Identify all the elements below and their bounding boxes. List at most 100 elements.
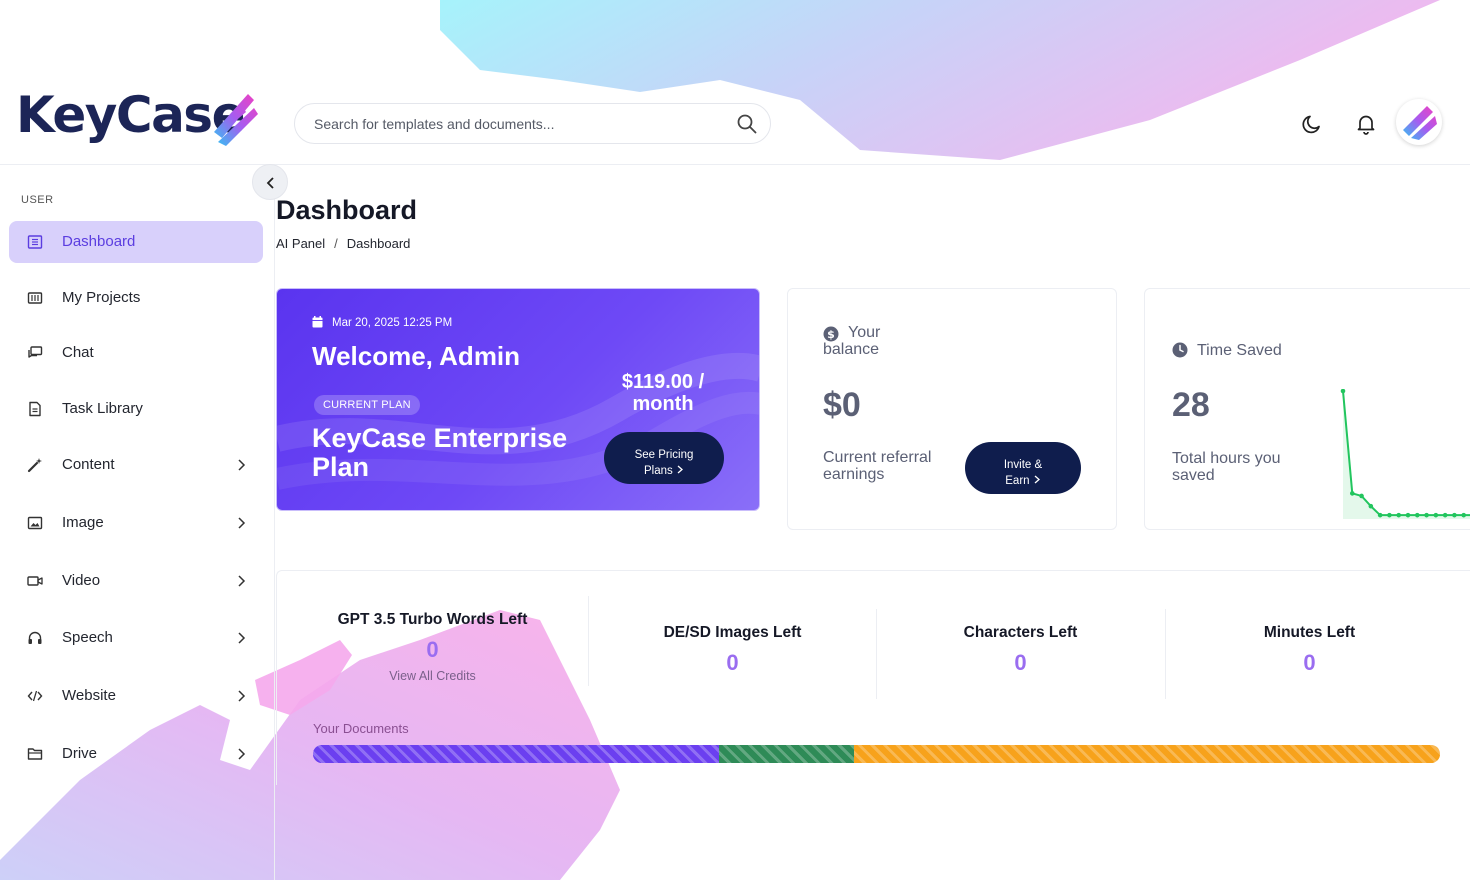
sidebar-item-my-projects[interactable]: My Projects [9, 277, 263, 319]
sparkline-point [1442, 512, 1448, 518]
credit-gpt-words: GPT 3.5 Turbo Words Left 0 View All Cred… [277, 611, 588, 731]
sidebar-item-task-library[interactable]: Task Library [9, 388, 263, 430]
sidebar-item-label: Task Library [62, 400, 143, 417]
sidebar-collapse-button[interactable] [252, 164, 288, 200]
sidebar-section-label: USER [21, 194, 54, 206]
sidebar-item-website[interactable]: Website [9, 675, 263, 717]
sparkline-area [1343, 391, 1470, 519]
sidebar-item-label: Chat [62, 344, 94, 361]
chat-icon [28, 346, 43, 358]
svg-text:$: $ [827, 328, 835, 341]
sidebar-item-chat[interactable]: Chat [9, 332, 263, 374]
sparkline-point [1396, 512, 1402, 518]
sidebar-item-image[interactable]: Image [9, 502, 263, 544]
time-saved-value: 28 [1172, 386, 1210, 424]
credit-value: 0 [1303, 650, 1316, 675]
bell-icon[interactable] [1354, 112, 1378, 136]
sidebar-item-label: Drive [62, 745, 98, 762]
sparkline-point [1368, 503, 1374, 509]
clock-icon [1172, 342, 1188, 358]
calendar-icon [312, 316, 323, 328]
breadcrumb-item-dashboard: Dashboard [346, 236, 411, 251]
chevron-right-icon [238, 690, 246, 702]
time-saved-sparkline [1340, 389, 1470, 519]
time-saved-card: Time Saved 28 Total hours you saved [1144, 288, 1470, 530]
sparkline-point [1377, 512, 1383, 518]
video-icon [27, 576, 43, 586]
sidebar-item-label: My Projects [62, 289, 141, 306]
plan-price: $119.00 / month [621, 371, 705, 415]
credit-images: DE/SD Images Left 0 [588, 624, 877, 744]
time-saved-title: Time Saved [1172, 342, 1282, 360]
credits-panel: GPT 3.5 Turbo Words Left 0 View All Cred… [276, 570, 1470, 785]
chevron-left-icon [266, 177, 274, 189]
credit-label: Minutes Left [1263, 624, 1356, 641]
chevron-right-icon [238, 517, 246, 529]
credit-value: 0 [726, 650, 739, 675]
sidebar-item-drive[interactable]: Drive [9, 733, 263, 775]
sparkline-point [1414, 512, 1420, 518]
credit-minutes: Minutes Left 0 [1165, 624, 1454, 744]
top-header: KeyCase [0, 0, 1470, 165]
dollar-coin-icon: $ [823, 326, 839, 342]
chevron-right-icon [677, 465, 683, 474]
logo-brush-icon [214, 94, 258, 146]
credit-label: DE/SD Images Left [663, 624, 802, 641]
folder-icon [27, 748, 43, 760]
credit-value: 0 [1014, 650, 1027, 675]
image-icon [27, 516, 43, 530]
documents-bar-segment [313, 745, 719, 763]
sidebar-item-content[interactable]: Content [9, 444, 263, 486]
sparkline-point [1452, 512, 1457, 518]
current-plan-badge: CURRENT PLAN [314, 395, 420, 415]
welcome-date: Mar 20, 2025 12:25 PM [312, 316, 452, 329]
documents-bar-segment [718, 745, 854, 763]
balance-amount: $0 [823, 386, 861, 424]
sidebar-item-label: Dashboard [62, 233, 136, 250]
avatar-brush-icon [1403, 106, 1437, 140]
welcome-greeting: Welcome, Admin [312, 341, 521, 371]
breadcrumb-item-ai-panel[interactable]: AI Panel [276, 236, 325, 251]
sidebar-item-label: Video [62, 572, 101, 589]
sidebar-item-label: Speech [62, 629, 113, 646]
invite-earn-button[interactable]: Invite & Earn [965, 442, 1081, 494]
credit-value: 0 [426, 637, 439, 662]
time-saved-subtitle: Total hours you saved [1172, 450, 1281, 484]
sidebar-item-video[interactable]: Video [9, 560, 263, 602]
sparkline-point [1424, 512, 1429, 518]
search-icon[interactable] [736, 113, 758, 135]
moon-icon[interactable] [1300, 112, 1324, 136]
sidebar-item-dashboard[interactable]: Dashboard [9, 221, 263, 263]
user-avatar[interactable] [1396, 99, 1442, 145]
sparkline-point [1359, 493, 1364, 499]
sparkline-point [1349, 491, 1355, 496]
balance-title: $ Your balance [823, 324, 881, 358]
sidebar-item-label: Image [62, 514, 104, 531]
referral-earnings-label: Current referral earnings [823, 449, 932, 483]
dashboard-icon [27, 235, 43, 249]
balance-card: $ Your balance $0 Current referral earni… [787, 288, 1117, 530]
breadcrumb: AI Panel / Dashboard [276, 236, 411, 251]
sidebar-item-label: Website [62, 687, 116, 704]
search-input[interactable] [314, 114, 714, 134]
page-title: Dashboard [276, 195, 418, 225]
credit-label: Characters Left [963, 624, 1078, 641]
search-bar [294, 103, 771, 144]
code-icon [27, 690, 43, 702]
credit-label: GPT 3.5 Turbo Words Left [337, 611, 528, 628]
sparkline-point [1433, 512, 1439, 518]
welcome-card: Mar 20, 2025 12:25 PM Welcome, Admin CUR… [276, 288, 760, 511]
chevron-right-icon [238, 575, 246, 587]
chevron-right-icon [238, 632, 246, 644]
see-pricing-plans-button[interactable]: See Pricing Plans [604, 432, 724, 484]
projects-icon [27, 292, 43, 304]
sparkline-point [1405, 512, 1411, 518]
sparkline-point [1387, 512, 1392, 518]
chevron-right-icon [1034, 475, 1040, 484]
headphones-icon [28, 631, 42, 644]
view-all-credits-link[interactable]: View All Credits [277, 669, 588, 683]
documents-progress-bar [313, 745, 1440, 763]
credit-characters: Characters Left 0 [876, 624, 1165, 744]
sidebar-item-speech[interactable]: Speech [9, 617, 263, 659]
plan-name: KeyCase Enterprise Plan [312, 423, 568, 482]
